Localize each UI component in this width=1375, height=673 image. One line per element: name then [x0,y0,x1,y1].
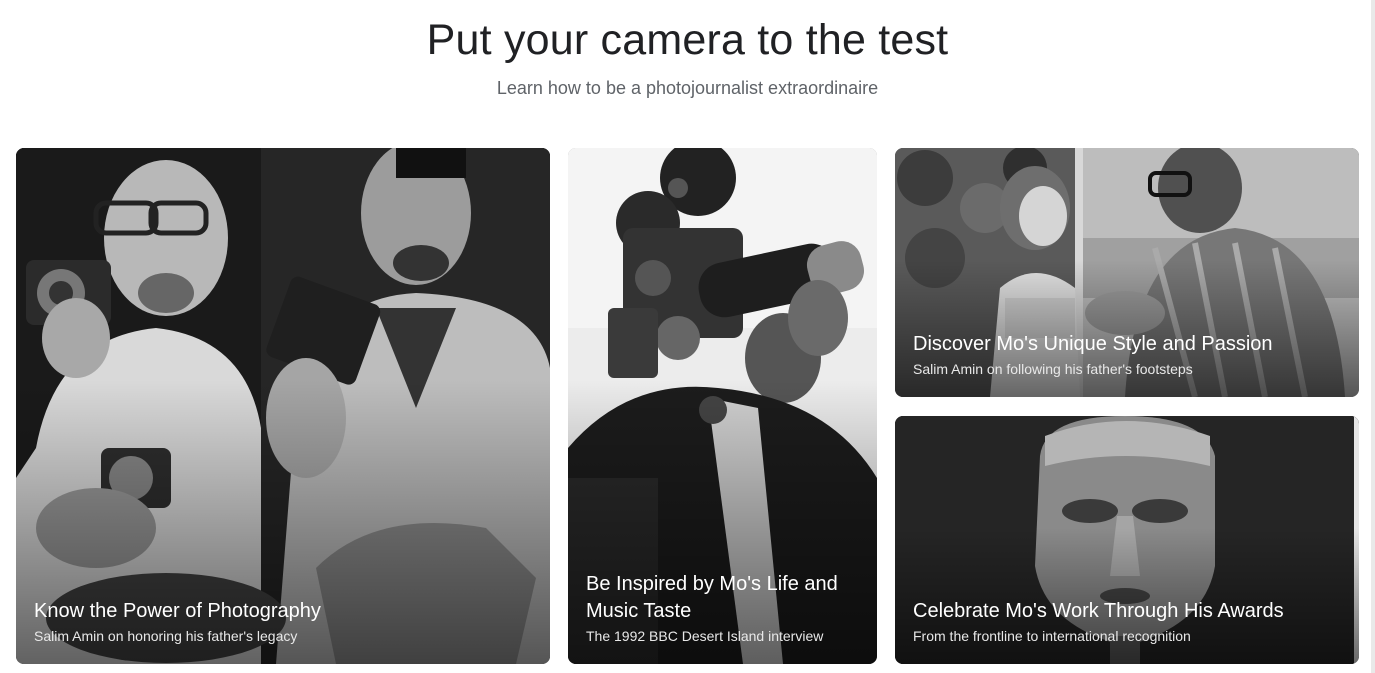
card-title: Discover Mo's Unique Style and Passion [913,333,1273,355]
card-caption: Celebrate Mo's Work Through His Awards F… [913,598,1341,646]
section-subtitle: Learn how to be a photojournalist extrao… [496,78,879,98]
card-caption: Discover Mo's Unique Style and Passion S… [913,331,1341,379]
story-card-style-and-passion[interactable]: Discover Mo's Unique Style and Passion S… [895,148,1359,397]
section-title: Put your camera to the test [426,16,949,64]
story-card-life-and-music[interactable]: Be Inspired by Mo's Life and Music Taste… [568,148,877,664]
card-subtitle: From the frontline to international reco… [913,628,1191,644]
card-subtitle: Salim Amin on following his father's foo… [913,361,1193,377]
card-title: Be Inspired by Mo's Life and Music Taste [586,573,838,622]
card-subtitle: The 1992 BBC Desert Island interview [586,628,824,644]
page-right-edge [1371,0,1375,673]
card-subtitle: Salim Amin on honoring his father's lega… [34,628,298,644]
story-card-power-of-photography[interactable]: Know the Power of Photography Salim Amin… [16,148,550,664]
card-caption: Be Inspired by Mo's Life and Music Taste… [586,571,859,646]
story-card-awards[interactable]: Celebrate Mo's Work Through His Awards F… [895,416,1359,664]
card-caption: Know the Power of Photography Salim Amin… [34,598,532,646]
card-title: Celebrate Mo's Work Through His Awards [913,600,1284,622]
card-title: Know the Power of Photography [34,600,321,622]
